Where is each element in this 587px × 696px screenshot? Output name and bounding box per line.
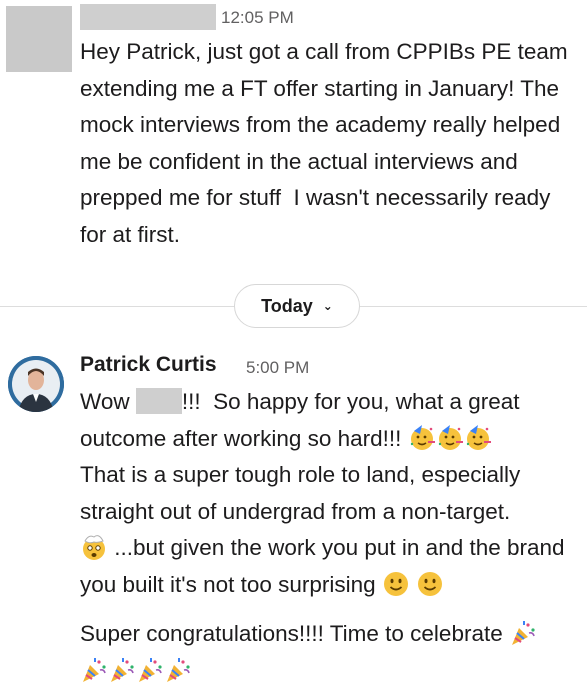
message-text-part: Super congratulations!!!! Time to celebr… [80, 621, 509, 646]
message-text-part: Wow [80, 389, 136, 414]
redacted-sender-name [80, 4, 216, 30]
avatar[interactable] [8, 356, 64, 412]
smiling-face-icon [382, 570, 410, 598]
date-divider-label: Today [261, 295, 313, 316]
message-timestamp[interactable]: 12:05 PM [221, 8, 294, 28]
date-divider-today-button[interactable]: Today ⌄ [234, 284, 360, 328]
party-popper-icon [509, 619, 537, 647]
message-text: Wow !!! So happy for you, what a great o… [80, 384, 580, 603]
party-popper-icon [164, 656, 192, 684]
message-text: Super congratulations!!!! Time to celebr… [80, 616, 580, 689]
partying-face-icon [436, 424, 464, 452]
smiling-face-icon [416, 570, 444, 598]
partying-face-icon [408, 424, 436, 452]
message-1: 12:05 PM Hey Patrick, just got a call fr… [0, 0, 587, 270]
redacted-name [135, 388, 182, 414]
exploding-head-icon [80, 533, 108, 561]
partying-face-icon [464, 424, 492, 452]
party-popper-icon [108, 656, 136, 684]
party-popper-icon [136, 656, 164, 684]
sender-name[interactable]: Patrick Curtis [80, 353, 217, 377]
party-popper-icon [80, 656, 108, 684]
message-text-part: That is a super tough role to land, espe… [80, 462, 527, 524]
user-photo-icon [8, 356, 64, 412]
message-text: Hey Patrick, just got a call from CPPIBs… [80, 39, 574, 247]
message-timestamp[interactable]: 5:00 PM [246, 358, 309, 378]
redacted-avatar [6, 6, 72, 72]
message-text-part: ...but given the work you put in and the… [80, 535, 571, 597]
chevron-down-icon: ⌄ [322, 299, 333, 313]
